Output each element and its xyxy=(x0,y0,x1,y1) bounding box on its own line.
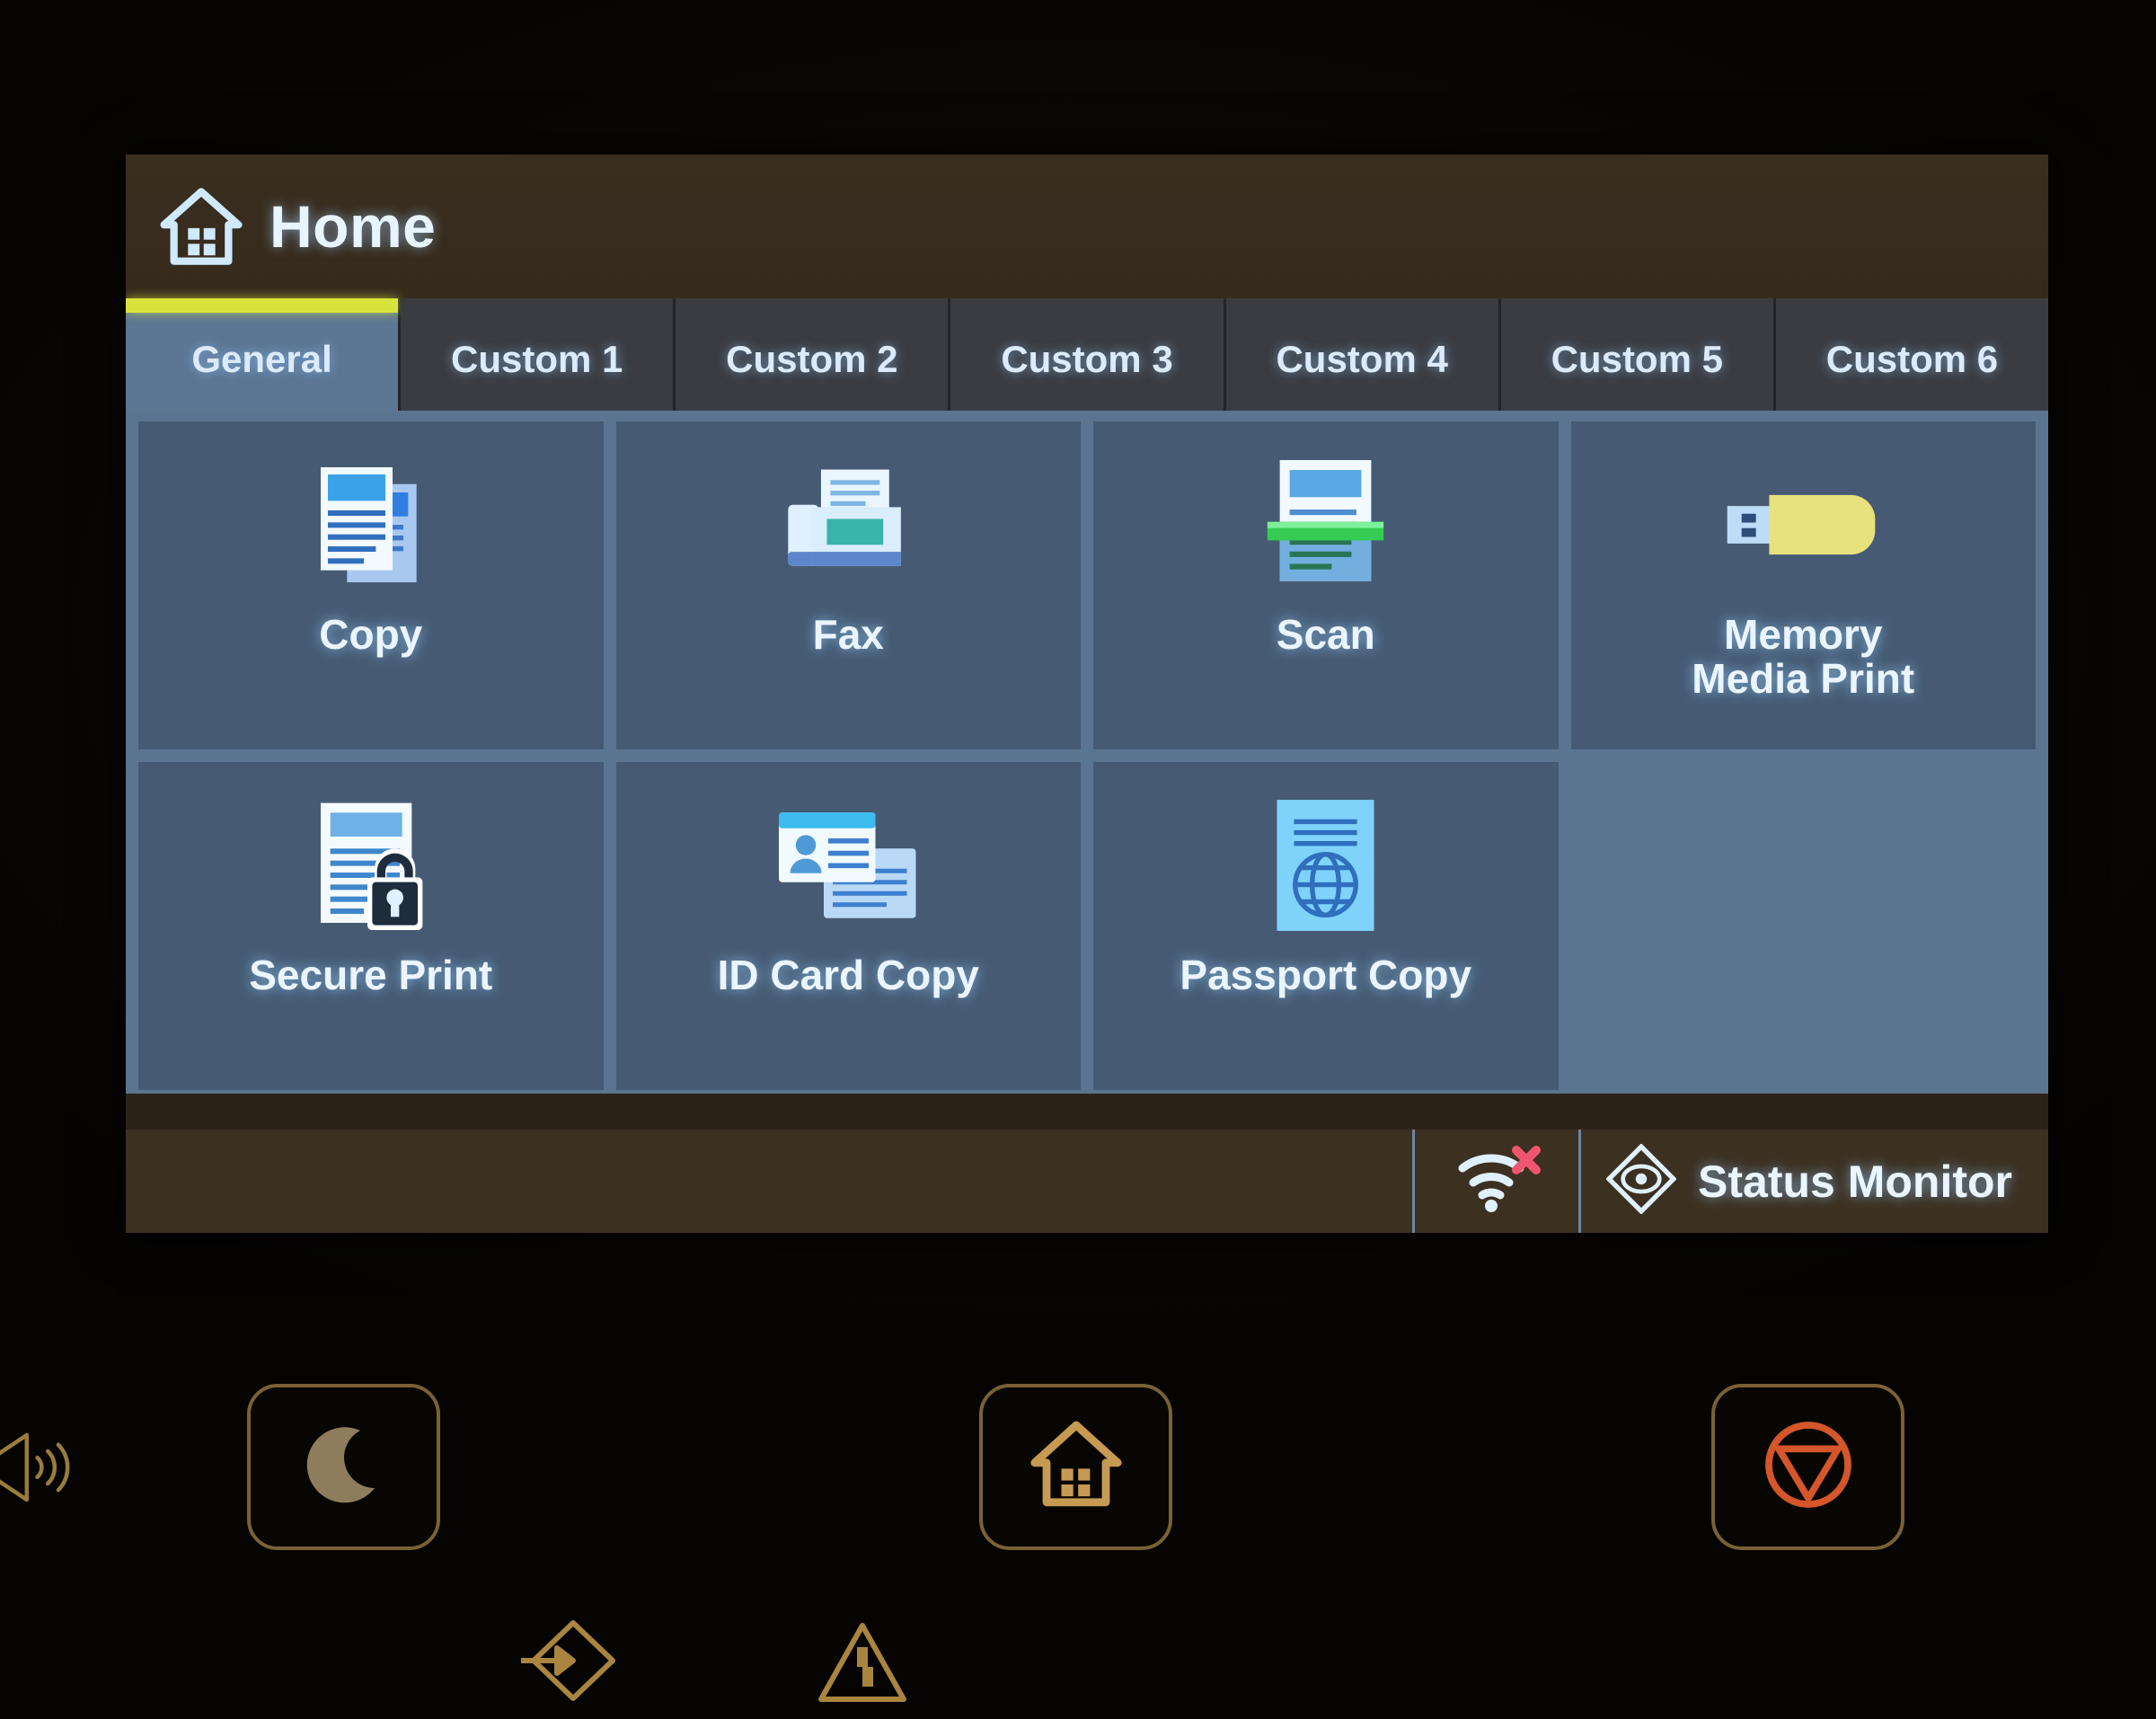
tab-label: Custom 1 xyxy=(451,337,623,380)
status-monitor-eye-icon xyxy=(1605,1143,1677,1218)
tab-custom-4[interactable]: Custom 4 xyxy=(1225,298,1501,411)
tile-label: Memory Media Print xyxy=(1684,611,1922,703)
tile-copy[interactable]: Copy xyxy=(138,421,604,749)
error-indicator xyxy=(817,1622,907,1707)
crescent-moon-icon xyxy=(299,1420,389,1514)
copy-documents-icon xyxy=(299,441,443,607)
tab-label: Custom 5 xyxy=(1551,337,1723,380)
home-button[interactable] xyxy=(979,1384,1172,1550)
tab-custom-5[interactable]: Custom 5 xyxy=(1500,298,1776,411)
sleep-button[interactable] xyxy=(247,1384,440,1550)
stop-triangle-icon xyxy=(1759,1415,1858,1519)
tab-label: Custom 3 xyxy=(1001,337,1173,380)
home-icon xyxy=(1027,1415,1126,1519)
status-bar: Status Monitor xyxy=(126,1130,2048,1233)
tile-label: Copy xyxy=(319,611,423,658)
scan-document-icon xyxy=(1256,441,1395,607)
app-grid-area: Copy Fax Scan Memory Media Print Secure … xyxy=(126,411,2048,1094)
tile-secure-print[interactable]: Secure Print xyxy=(138,762,604,1090)
status-monitor-label: Status Monitor xyxy=(1698,1156,2012,1207)
tile-label: Scan xyxy=(1276,611,1375,658)
document-lock-icon xyxy=(299,782,443,948)
status-monitor-button[interactable]: Status Monitor xyxy=(1578,1130,2048,1233)
tile-id-card-copy[interactable]: ID Card Copy xyxy=(615,762,1081,1090)
speaker-icon xyxy=(0,1427,74,1512)
warning-triangle-icon xyxy=(817,1620,907,1710)
tile-fax[interactable]: Fax xyxy=(615,421,1081,749)
tile-empty-slot xyxy=(1571,762,2037,1090)
id-cards-icon xyxy=(770,782,927,948)
touchscreen-display[interactable]: Home General Custom 1 Custom 2 Custom 3 xyxy=(126,155,2048,1233)
tile-scan[interactable]: Scan xyxy=(1093,421,1559,749)
tile-label: Fax xyxy=(812,611,884,658)
home-icon xyxy=(160,185,243,268)
tab-label: Custom 2 xyxy=(726,337,898,380)
printer-control-panel: Home General Custom 1 Custom 2 Custom 3 xyxy=(0,0,2156,1719)
tab-custom-3[interactable]: Custom 3 xyxy=(950,298,1226,411)
usb-flash-drive-icon xyxy=(1720,441,1886,607)
page-title: Home xyxy=(270,193,437,260)
data-indicator xyxy=(518,1616,620,1710)
tile-label-line1: Memory xyxy=(1724,611,1883,658)
tab-label: Custom 6 xyxy=(1825,337,1999,380)
wifi-status-button[interactable] xyxy=(1412,1130,1578,1233)
tile-label: Passport Copy xyxy=(1180,952,1472,998)
tab-custom-1[interactable]: Custom 1 xyxy=(401,298,676,411)
tile-label: Secure Print xyxy=(249,952,493,998)
screen-header: Home xyxy=(126,155,2048,298)
tab-label: General xyxy=(191,337,332,380)
tile-passport-copy[interactable]: Passport Copy xyxy=(1093,762,1559,1090)
app-grid: Copy Fax Scan Memory Media Print Secure … xyxy=(138,421,2036,1090)
arrow-into-diamond-icon xyxy=(518,1616,620,1710)
stop-button[interactable] xyxy=(1711,1384,1904,1550)
fax-machine-icon xyxy=(772,441,924,607)
passport-globe-icon xyxy=(1265,782,1386,948)
tab-label: Custom 4 xyxy=(1276,337,1448,380)
wifi-disconnected-icon xyxy=(1452,1143,1542,1219)
active-tab-indicator xyxy=(126,298,399,313)
volume-indicator xyxy=(0,1429,74,1510)
tab-custom-2[interactable]: Custom 2 xyxy=(676,298,951,411)
tile-label: ID Card Copy xyxy=(717,952,979,998)
tile-memory-media-print[interactable]: Memory Media Print xyxy=(1570,421,2036,749)
tab-bar: General Custom 1 Custom 2 Custom 3 Custo… xyxy=(126,298,2048,411)
tile-label-line2: Media Print xyxy=(1692,655,1915,703)
tab-custom-6[interactable]: Custom 6 xyxy=(1775,298,2048,411)
tab-general[interactable]: General xyxy=(126,298,402,411)
